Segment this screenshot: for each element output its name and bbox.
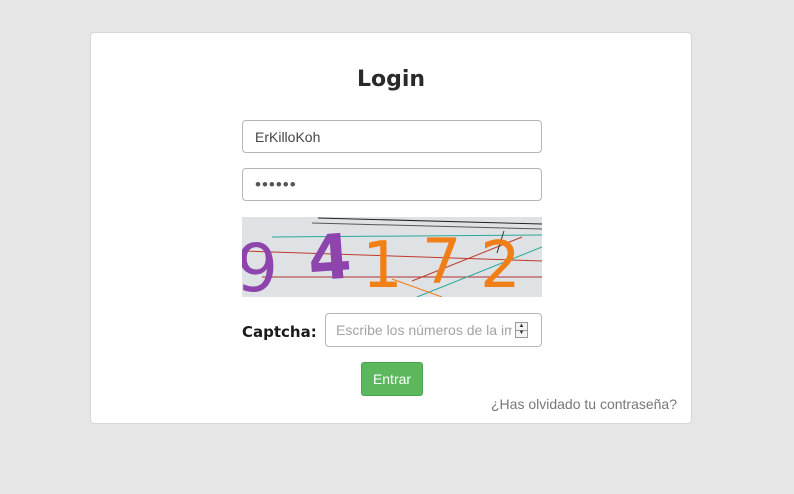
captcha-input[interactable] — [326, 314, 512, 346]
submit-button[interactable]: Entrar — [361, 362, 423, 396]
captcha-label: Captcha: — [242, 323, 317, 341]
page-title: Login — [356, 67, 426, 92]
forgot-password-link[interactable]: ¿Has olvidado tu contraseña? — [491, 396, 677, 412]
captcha-digit: 2 — [480, 229, 521, 297]
password-input[interactable] — [242, 168, 542, 201]
captcha-digit: 7 — [422, 225, 461, 297]
username-input[interactable] — [242, 120, 542, 153]
captcha-graphic: 9 4 1 7 2 — [242, 217, 542, 297]
captcha-digit: 4 — [306, 219, 354, 295]
captcha-field[interactable]: ▲ ▼ — [325, 313, 542, 347]
login-card: Login 9 4 1 7 2 Captcha: ▲ ▼ — [90, 32, 692, 424]
captcha-digit: 9 — [242, 230, 278, 297]
captcha-digit: 1 — [362, 229, 403, 297]
captcha-image: 9 4 1 7 2 — [242, 217, 542, 297]
number-spinner[interactable]: ▲ ▼ — [515, 322, 528, 338]
spinner-down-icon[interactable]: ▼ — [516, 330, 527, 337]
